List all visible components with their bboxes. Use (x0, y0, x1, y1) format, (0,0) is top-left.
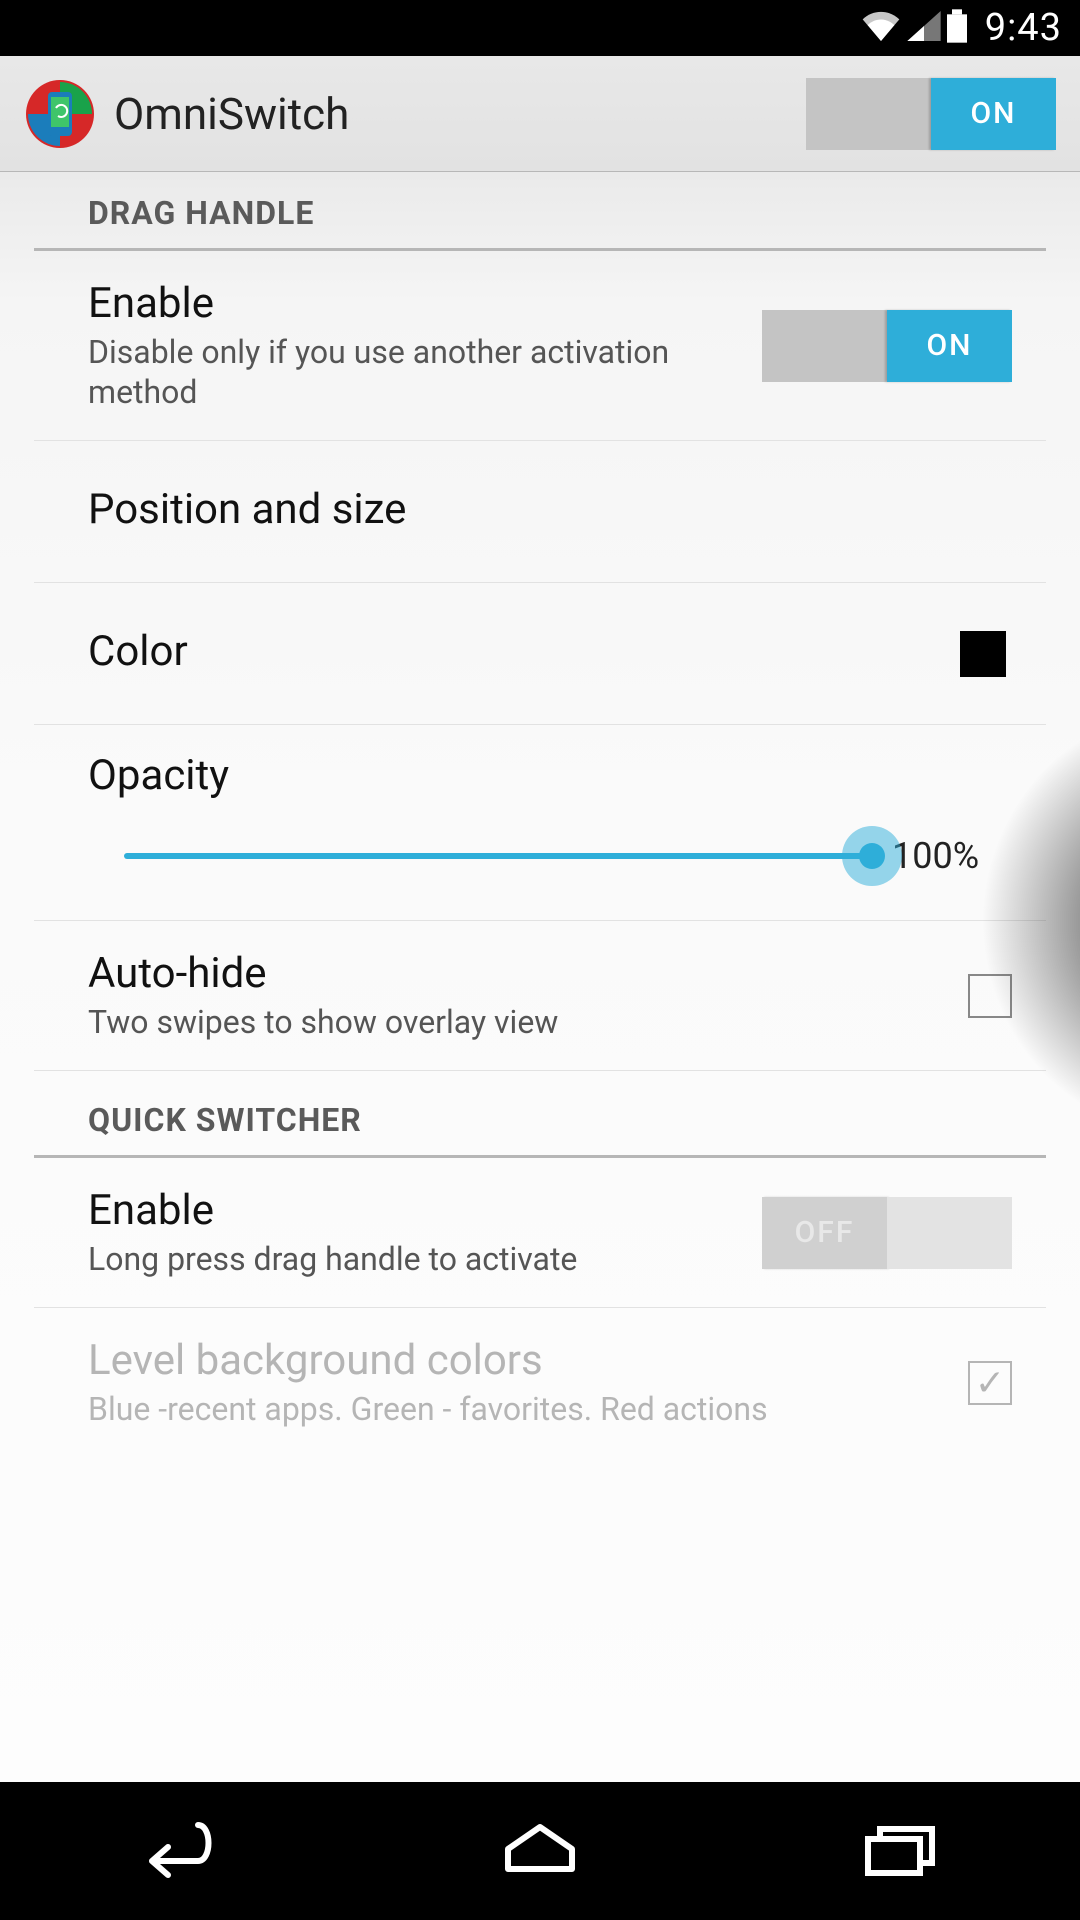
navigation-bar (0, 1782, 1080, 1920)
nav-recent-button[interactable] (720, 1782, 1080, 1920)
back-icon (130, 1819, 230, 1883)
opacity-value: 100% (892, 835, 1012, 877)
setting-title: Level background colors (88, 1336, 968, 1385)
app-title: OmniSwitch (114, 88, 349, 140)
setting-title: Enable (88, 279, 762, 328)
status-clock: 9:43 (985, 6, 1062, 50)
color-swatch (960, 631, 1006, 677)
drag-handle-enable-toggle[interactable]: ON (762, 310, 1012, 382)
recent-apps-icon (850, 1819, 950, 1883)
toggle-knob-label: ON (931, 78, 1056, 150)
setting-title: Auto-hide (88, 949, 968, 998)
wifi-icon (861, 11, 901, 45)
setting-subtitle: Blue -recent apps. Green - favorites. Re… (88, 1389, 968, 1429)
cell-signal-icon (907, 11, 941, 45)
check-icon: ✓ (975, 1365, 1005, 1401)
setting-title: Opacity (88, 751, 1012, 800)
settings-content[interactable]: DRAG HANDLE Enable Disable only if you u… (0, 172, 1080, 1782)
opacity-slider[interactable] (124, 826, 872, 886)
status-bar: 9:43 (0, 0, 1080, 56)
nav-home-button[interactable] (360, 1782, 720, 1920)
setting-drag-handle-enable[interactable]: Enable Disable only if you use another a… (34, 251, 1046, 441)
home-icon (490, 1819, 590, 1883)
level-bg-checkbox: ✓ (968, 1361, 1012, 1405)
app-icon (24, 78, 96, 150)
status-icons: 9:43 (861, 6, 1062, 50)
setting-subtitle: Two swipes to show overlay view (88, 1002, 968, 1042)
toggle-knob-label: ON (887, 310, 1012, 382)
setting-subtitle: Long press drag handle to activate (88, 1239, 762, 1279)
setting-quick-switcher-enable[interactable]: Enable Long press drag handle to activat… (34, 1158, 1046, 1308)
setting-title: Position and size (88, 485, 1012, 534)
setting-opacity[interactable]: Opacity 100% (34, 725, 1046, 921)
app-header: OmniSwitch ON (0, 56, 1080, 172)
setting-color[interactable]: Color (34, 583, 1046, 725)
toggle-knob-label: OFF (762, 1197, 887, 1269)
setting-auto-hide[interactable]: Auto-hide Two swipes to show overlay vie… (34, 921, 1046, 1071)
setting-title: Color (88, 627, 960, 676)
setting-title: Enable (88, 1186, 762, 1235)
quick-switcher-enable-toggle[interactable]: OFF (762, 1197, 1012, 1269)
auto-hide-checkbox[interactable] (968, 974, 1012, 1018)
setting-subtitle: Disable only if you use another activati… (88, 332, 762, 412)
setting-level-background-colors: Level background colors Blue -recent app… (34, 1308, 1046, 1439)
battery-icon (947, 9, 967, 47)
app-master-toggle[interactable]: ON (806, 78, 1056, 150)
section-header-quick-switcher: QUICK SWITCHER (34, 1071, 1046, 1158)
section-header-drag-handle: DRAG HANDLE (34, 172, 1046, 251)
nav-back-button[interactable] (0, 1782, 360, 1920)
setting-position-and-size[interactable]: Position and size (34, 441, 1046, 583)
